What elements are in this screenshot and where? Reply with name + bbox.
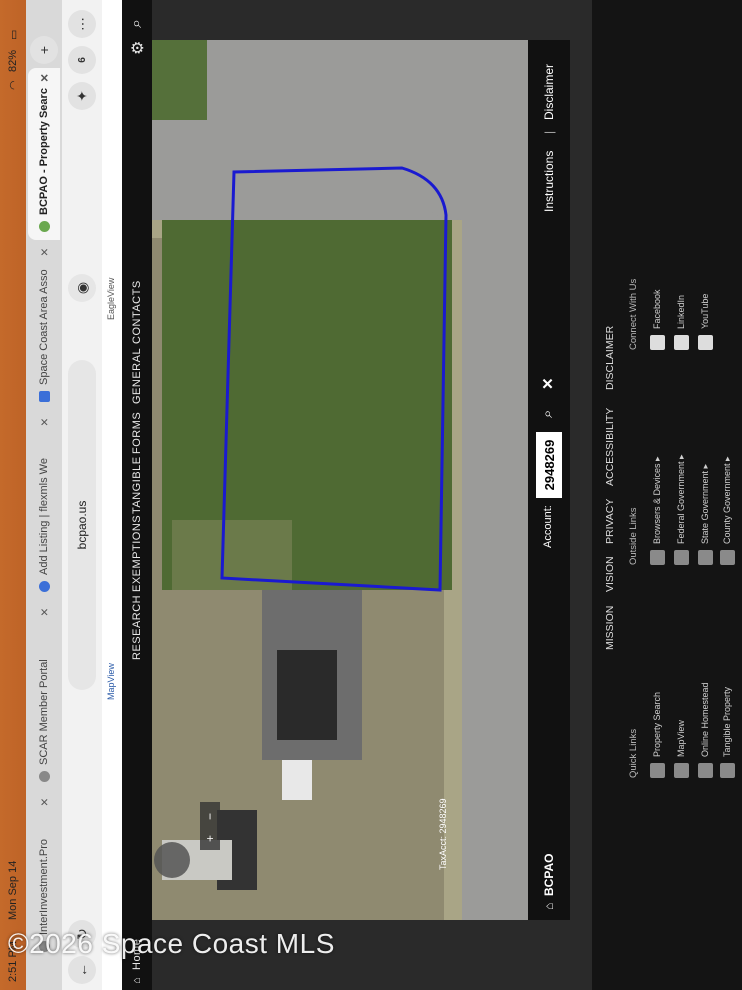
globe-icon <box>38 771 50 782</box>
outside-links-title: Outside Links <box>628 507 639 565</box>
svg-text:−: − <box>203 813 217 820</box>
taxacct-label: TaxAcct: 2948269 <box>438 798 448 870</box>
nav-forms[interactable]: FORMS <box>131 412 143 454</box>
mapview-link[interactable]: MapView <box>106 663 116 700</box>
quick-link-mapview[interactable]: MapView <box>674 720 689 778</box>
youtube-link[interactable]: YouTube <box>698 294 713 350</box>
eagleview-link[interactable]: EagleView <box>106 278 116 320</box>
nav-research[interactable]: RESEARCH <box>131 595 143 660</box>
more-menu-button[interactable]: ⋯ <box>68 10 96 38</box>
tab-label: Space Coast Area Asso <box>38 269 50 385</box>
battery-percent: 82% <box>7 49 19 72</box>
privacy-link[interactable]: PRIVACY <box>604 499 616 544</box>
tab-add-listing[interactable]: Add Listing | flexmls We × <box>28 410 60 600</box>
account-label: Account: <box>542 505 554 548</box>
globe-icon <box>650 550 665 565</box>
popup-header: ⌂ BCPAO Account: 2948269 ⌕ ✕ Instruction… <box>528 40 570 920</box>
close-icon[interactable]: × <box>36 798 52 812</box>
linkedin-icon <box>674 335 689 350</box>
screen: 2:51 PM Mon Sep 14 ◠ 82% ▭ InterInvestme… <box>0 0 742 990</box>
battery-icon: ▭ <box>8 29 20 40</box>
facebook-icon <box>650 335 665 350</box>
disclaimer-footer-link[interactable]: DISCLAIMER <box>604 326 616 390</box>
policy-links: MISSION VISION PRIVACY ACCESSIBILITY DIS… <box>592 0 628 990</box>
vision-link[interactable]: VISION <box>604 556 616 592</box>
quick-link-property-search[interactable]: Property Search <box>650 692 665 778</box>
disclaimer-link[interactable]: Disclaimer <box>542 64 556 120</box>
state-flag-icon <box>698 550 713 565</box>
quick-link-online-homestead[interactable]: Online Homestead <box>698 682 713 778</box>
back-button[interactable]: ← <box>68 956 96 984</box>
house-icon <box>698 763 713 778</box>
account-input[interactable]: 2948269 <box>536 432 562 498</box>
sparkle-button[interactable]: ✦ <box>68 82 96 110</box>
close-icon[interactable]: × <box>36 418 52 432</box>
tab-label: InterInvestment.Pro <box>38 839 50 935</box>
wifi-icon: ◠ <box>8 80 20 90</box>
quick-links-title: Quick Links <box>628 728 639 778</box>
search-icon <box>650 763 665 778</box>
nav-tangible[interactable]: TANGIBLE <box>131 456 143 514</box>
mls-watermark: ©2026 Space Coast MLS <box>8 928 335 959</box>
outside-link-county[interactable]: County Government ▸ <box>720 456 735 565</box>
tab-label: Add Listing | flexmls We <box>38 458 50 575</box>
bcpao-icon <box>38 221 50 232</box>
building-icon <box>720 763 735 778</box>
tab-label: SCAR Member Portal <box>38 659 50 765</box>
outside-link-browsers[interactable]: Browsers & Devices ▸ <box>650 456 665 565</box>
nav-general[interactable]: GENERAL <box>131 348 143 404</box>
nav-exemptions[interactable]: EXEMPTIONS <box>131 515 143 592</box>
tab-bcpao[interactable]: BCPAO - Property Searc × <box>28 68 60 240</box>
instructions-link[interactable]: Instructions <box>542 151 556 212</box>
flag-icon <box>674 550 689 565</box>
mission-link[interactable]: MISSION <box>604 606 616 650</box>
outside-link-state[interactable]: State Government ▸ <box>698 464 713 565</box>
close-icon[interactable]: × <box>36 248 52 262</box>
url-text: bcpao.us <box>75 500 89 550</box>
search-icon[interactable]: ⌕ <box>539 410 556 418</box>
microphone-icon[interactable]: ◉ <box>68 274 96 302</box>
svg-text:+: + <box>203 835 217 842</box>
accessibility-link[interactable]: ACCESSIBILITY <box>604 408 616 486</box>
browser-toolbar: ← ↻ bcpao.us ◉ ✦ 6 ⋯ <box>62 0 102 990</box>
facebook-link[interactable]: Facebook <box>650 289 665 350</box>
close-icon[interactable]: × <box>36 608 52 622</box>
nav-contacts[interactable]: CONTACTS <box>131 280 143 344</box>
linkedin-link[interactable]: LinkedIn <box>674 295 689 350</box>
web-strip: MapView EagleView <box>102 0 122 990</box>
document-icon <box>38 391 50 402</box>
new-tab-button[interactable]: + <box>30 36 58 64</box>
status-date: Mon Sep 14 <box>7 860 19 920</box>
home-icon[interactable]: ⌂ <box>131 977 143 984</box>
tab-switcher-button[interactable]: 6 <box>68 46 96 74</box>
close-icon[interactable]: ✕ <box>539 377 557 390</box>
connect-title: Connect With Us <box>628 278 639 350</box>
tab-label: BCPAO - Property Searc <box>38 88 50 215</box>
quick-link-tangible-property[interactable]: Tangible Property <box>720 687 735 778</box>
rotated-screen: 2:51 PM Mon Sep 14 ◠ 82% ▭ InterInvestme… <box>0 0 742 990</box>
county-seal-icon <box>720 550 735 565</box>
map-icon <box>674 763 689 778</box>
flexmls-icon <box>38 581 50 592</box>
close-icon[interactable]: × <box>36 74 52 88</box>
gear-icon[interactable]: ⚙ <box>128 40 148 55</box>
site-footer: MISSION VISION PRIVACY ACCESSIBILITY DIS… <box>592 0 742 990</box>
tab-space-coast-area[interactable]: Space Coast Area Asso × <box>28 240 60 410</box>
tab-scar-member-portal[interactable]: SCAR Member Portal × <box>28 600 60 790</box>
outside-link-federal[interactable]: Federal Government ▸ <box>674 454 689 565</box>
address-bar[interactable]: bcpao.us <box>68 360 96 690</box>
aerial-image: + − <box>152 40 570 920</box>
youtube-icon <box>698 335 713 350</box>
search-icon[interactable]: ⌕ <box>128 19 146 28</box>
bcpao-logo: ⌂ <box>542 902 556 910</box>
popup-brand: BCPAO <box>542 853 556 896</box>
status-bar: 2:51 PM Mon Sep 14 ◠ 82% ▭ <box>0 0 26 990</box>
site-nav: ⌂ Home RESEARCH EXEMPTIONS TANGIBLE FORM… <box>122 0 152 990</box>
parcel-popup: + − TaxAcct: 2948269 ⌂ BCPAO Account: 29… <box>152 40 570 920</box>
separator: | <box>542 130 556 134</box>
tab-bar: InterInvestment.Pro × SCAR Member Portal… <box>26 0 62 990</box>
